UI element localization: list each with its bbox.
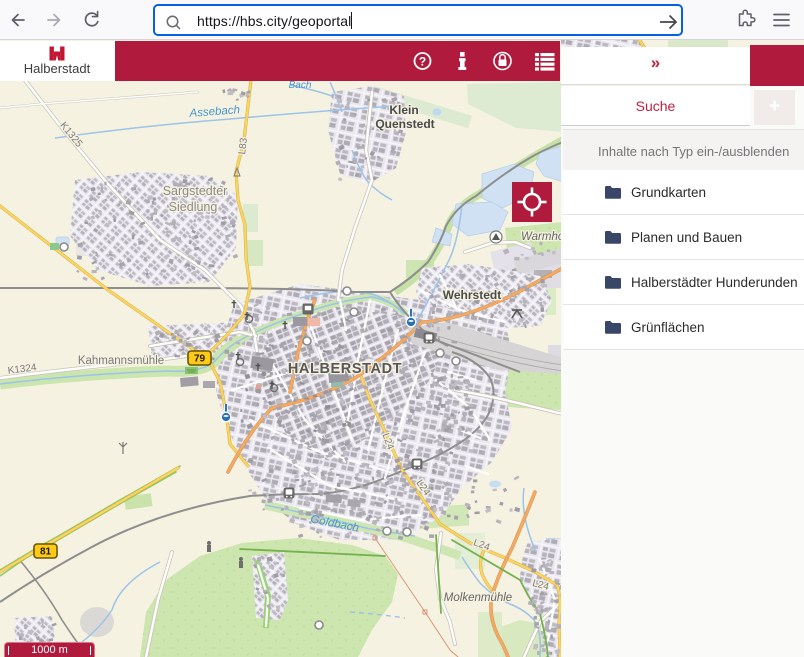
svg-text:Wehrstedt: Wehrstedt (443, 288, 501, 302)
svg-text:L83: L83 (237, 137, 250, 155)
svg-text:Molkenmühle: Molkenmühle (444, 592, 512, 604)
svg-text:?: ? (419, 55, 426, 69)
svg-text:HALBERSTADT: HALBERSTADT (288, 361, 402, 377)
svg-text:Kahmannsmühle: Kahmannsmühle (78, 355, 164, 367)
svg-text:Quenstedt: Quenstedt (375, 117, 434, 131)
svg-text:81: 81 (40, 547, 52, 558)
svg-text:79: 79 (194, 354, 206, 365)
svg-text:Klein: Klein (389, 103, 418, 117)
svg-text:Siedlung: Siedlung (169, 200, 218, 214)
svg-text:Bach: Bach (289, 80, 312, 91)
svg-text:Sargstedter: Sargstedter (163, 184, 228, 198)
svg-text:Halberstadt: Halberstadt (24, 61, 91, 76)
